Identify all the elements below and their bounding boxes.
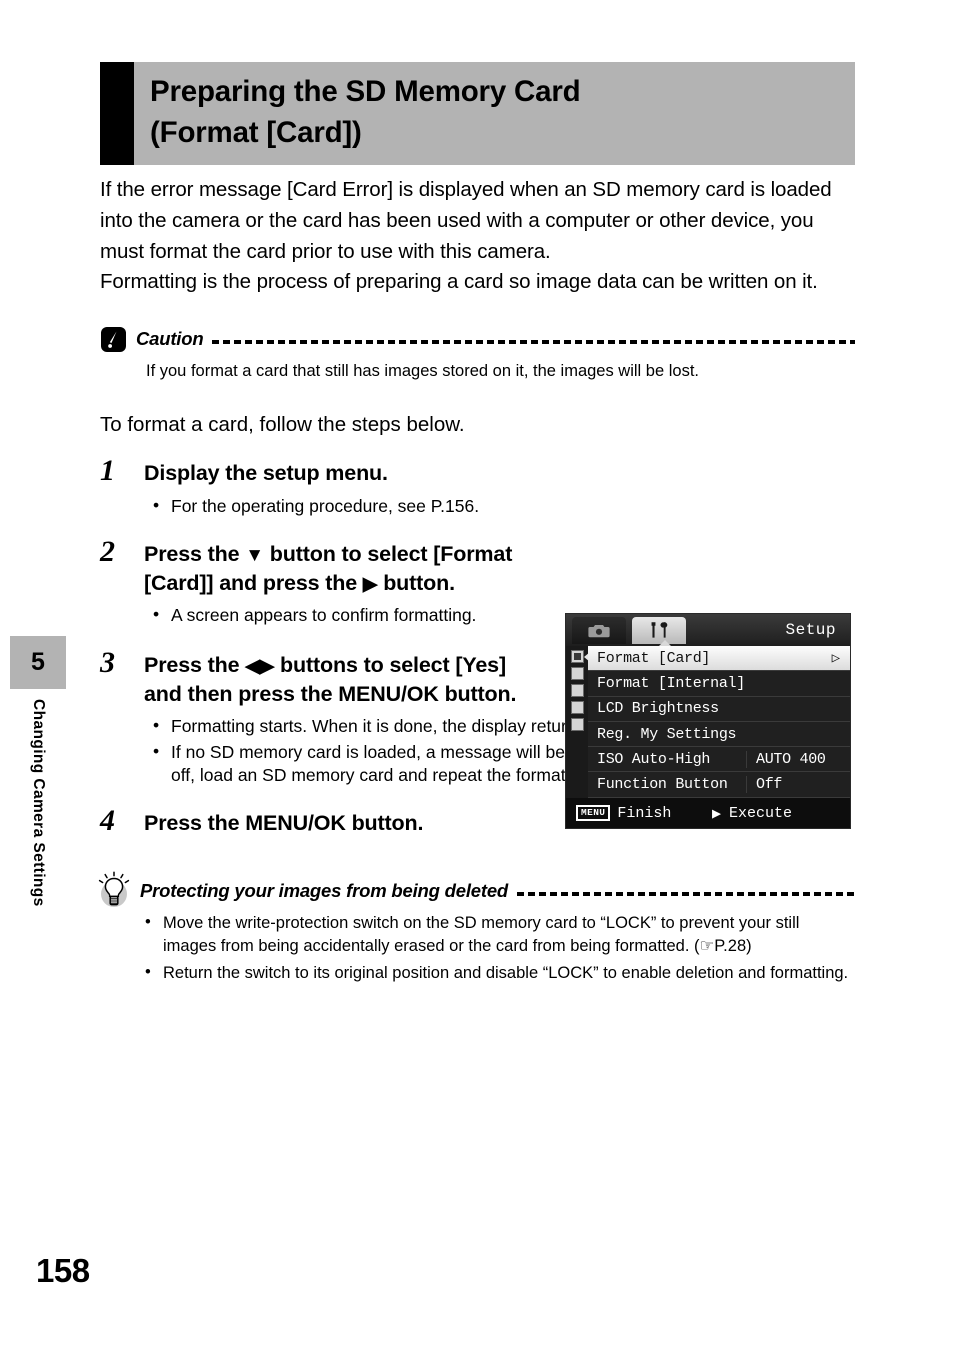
lcd-execute-group: ▶ Execute — [712, 804, 792, 823]
step-2-title-post: button. — [377, 570, 455, 595]
tools-icon — [651, 622, 668, 638]
menu-key-badge: MENU — [576, 805, 611, 821]
lcd-menu-rows: Format [Card] ▷ Format [Internal] LCD Br… — [588, 646, 850, 798]
step-1-title: Display the setup menu. — [144, 461, 388, 486]
camera-icon — [588, 624, 610, 637]
tip-body: Move the write-protection switch on the … — [142, 911, 855, 985]
chapter-title: Changing Camera Settings — [30, 699, 47, 907]
chapter-number: 5 — [10, 636, 66, 689]
lcd-page-indicator-rail — [566, 646, 590, 798]
page-title: Preparing the SD Memory Card (Format [Ca… — [134, 62, 855, 165]
camera-lcd-screenshot: Setup Format [Card] ▷ Format [Internal] … — [565, 613, 851, 829]
left-right-arrow-icon: ◀▶ — [245, 656, 275, 678]
down-arrow-icon: ▼ — [245, 545, 264, 567]
lcd-row-label: Reg. My Settings — [597, 725, 737, 743]
lcd-tab-bar: Setup — [566, 614, 850, 647]
lcd-row-lcd-brightness[interactable]: LCD Brightness — [588, 696, 850, 722]
rail-dot[interactable] — [570, 701, 584, 714]
caution-callout: Caution If you format a card that still … — [100, 326, 855, 383]
lcd-row-reg-my-settings[interactable]: Reg. My Settings — [588, 721, 850, 748]
lightbulb-icon — [97, 871, 131, 911]
tip-title: Protecting your images from being delete… — [140, 879, 509, 901]
lcd-row-label: LCD Brightness — [597, 700, 719, 718]
caution-icon — [100, 326, 127, 353]
lcd-status-bar: MENU Finish ▶ Execute — [566, 798, 850, 828]
step-3-title-pre: Press the — [144, 653, 246, 678]
right-arrow-icon: ▶ — [362, 573, 378, 595]
caution-heading: Caution — [100, 326, 855, 352]
lcd-row-format-internal[interactable]: Format [Internal] — [588, 671, 850, 697]
lcd-finish-label: Finish — [617, 804, 672, 822]
page-title-line1: Preparing the SD Memory Card — [150, 75, 581, 108]
step-3-number: 3 — [100, 646, 115, 680]
tip-callout: Protecting your images from being delete… — [98, 871, 855, 985]
lcd-title: Setup — [785, 621, 836, 639]
caution-body: If you format a card that still has imag… — [146, 362, 699, 380]
caution-title: Caution — [136, 328, 204, 349]
tip-heading: Protecting your images from being delete… — [98, 871, 855, 907]
lcd-row-label: ISO Auto-High — [597, 750, 711, 768]
page-header: Preparing the SD Memory Card (Format [Ca… — [100, 62, 855, 165]
caution-leader-line — [212, 340, 855, 344]
tip-note: Return the switch to its original positi… — [142, 961, 855, 985]
header-accent-bar — [100, 62, 134, 165]
lcd-row-value: AUTO 400 — [746, 750, 850, 768]
lcd-tab-shooting[interactable] — [572, 616, 626, 644]
rail-dot[interactable] — [570, 684, 584, 697]
step-note: For the operating procedure, see P.156. — [144, 494, 855, 518]
lcd-row-value: Off — [746, 776, 850, 794]
right-arrow-icon: ▶ — [711, 805, 721, 823]
step-1-notes: For the operating procedure, see P.156. — [144, 494, 855, 518]
page-title-line2: (Format [Card]) — [150, 115, 362, 149]
tip-leader-line — [517, 891, 855, 896]
intro-paragraph: If the error message [Card Error] is dis… — [100, 178, 832, 294]
step-2-title-pre: Press the — [144, 542, 246, 567]
tip-note: Move the write-protection switch on the … — [142, 911, 855, 959]
lead-line: To format a card, follow the steps below… — [100, 413, 465, 437]
step-2-title: Press the ▼ button to select [Format [Ca… — [144, 540, 544, 597]
rail-dot[interactable] — [570, 667, 584, 680]
page-number: 158 — [36, 1252, 90, 1289]
step-3-title: Press the ◀▶ buttons to select [Yes] and… — [144, 651, 544, 708]
step-2-number: 2 — [100, 535, 115, 569]
lcd-menu-area: Format [Card] ▷ Format [Internal] LCD Br… — [566, 646, 850, 798]
rail-dot[interactable] — [570, 718, 584, 731]
lcd-row-format-card[interactable]: Format [Card] ▷ — [588, 646, 850, 672]
lcd-row-label: Format [Internal] — [597, 674, 745, 692]
lcd-row-label: Function Button — [597, 776, 728, 794]
lcd-row-label: Format [Card] — [597, 649, 711, 667]
lcd-row-function-button[interactable]: Function Button Off — [588, 772, 850, 798]
step-2-notes: A screen appears to confirm formatting. — [144, 603, 544, 627]
step-1-number: 1 — [100, 454, 115, 488]
lcd-execute-label: Execute — [728, 804, 792, 822]
rail-dot-selected[interactable] — [570, 650, 584, 663]
step-note: A screen appears to confirm formatting. — [144, 603, 544, 627]
step-1: 1 Display the setup menu. For the operat… — [100, 454, 855, 518]
lcd-row-iso-auto-high[interactable]: ISO Auto-High AUTO 400 — [588, 747, 850, 773]
step-4-number: 4 — [100, 804, 115, 838]
chevron-right-icon: ▷ — [831, 650, 840, 667]
chapter-sidebar: 5 Changing Camera Settings — [10, 636, 66, 907]
page-content: If the error message [Card Error] is dis… — [98, 175, 855, 988]
